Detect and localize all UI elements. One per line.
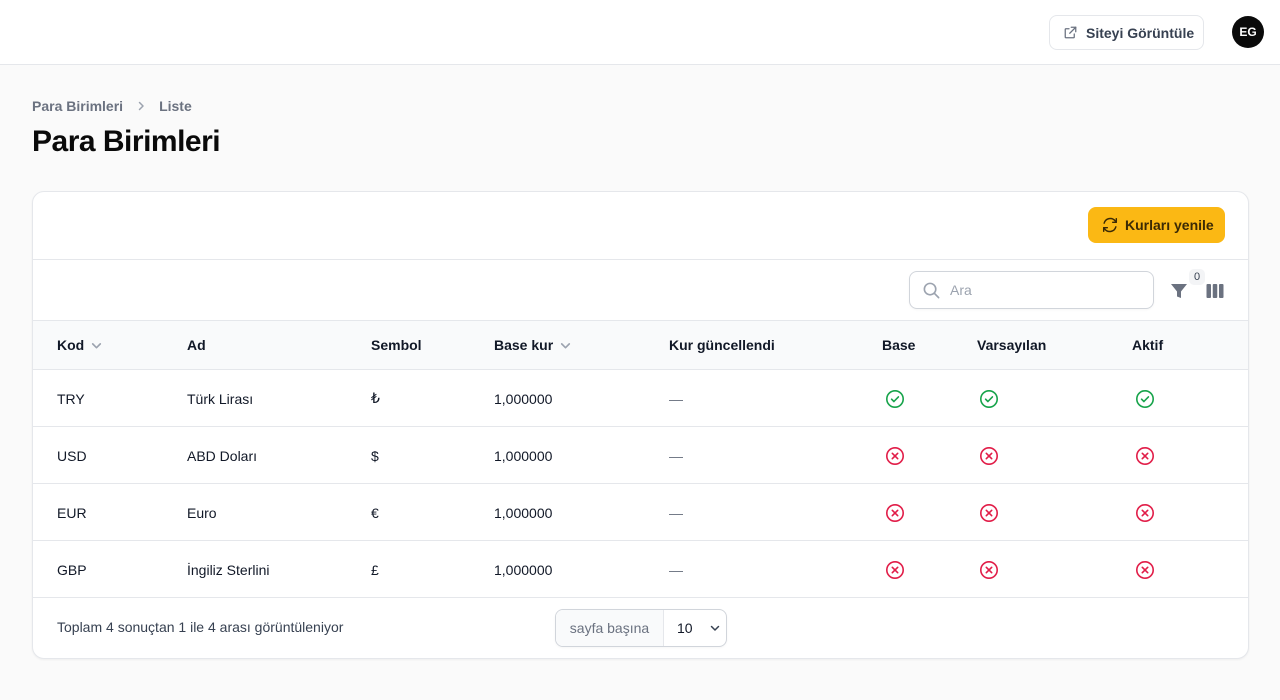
table-row[interactable]: USD ABD Doları $1,000000 — xyxy=(33,427,1248,484)
cell-code: USD xyxy=(57,447,87,464)
cell-code: EUR xyxy=(57,504,87,521)
cell-name: İngiliz Sterlini xyxy=(187,561,270,578)
cell-active xyxy=(1135,484,1155,541)
cell-symbol: $ xyxy=(371,447,379,464)
per-page-selector: sayfa başına 10 xyxy=(555,609,727,647)
search-field[interactable] xyxy=(909,271,1154,309)
check-circle-icon xyxy=(885,389,905,409)
cell-symbol: € xyxy=(371,504,379,521)
cell-default xyxy=(979,541,999,598)
x-circle-icon xyxy=(885,503,905,523)
external-link-icon xyxy=(1064,26,1077,39)
top-bar: Siteyi Görüntüle EG xyxy=(0,0,1280,65)
cell-rate-updated: — xyxy=(669,561,683,578)
cell-symbol: ₺ xyxy=(371,390,380,406)
cell-rate-updated: — xyxy=(669,390,683,407)
column-header-base-rate[interactable]: Base kur xyxy=(494,321,572,369)
cell-name: Türk Lirası xyxy=(187,390,254,407)
per-page-value: 10 xyxy=(677,620,693,636)
divider xyxy=(33,259,1248,260)
table-row[interactable]: GBP İngiliz Sterlini £1,000000 — xyxy=(33,541,1248,598)
x-circle-icon xyxy=(885,560,905,580)
x-circle-icon xyxy=(979,560,999,580)
chevron-down-icon xyxy=(92,342,102,348)
per-page-select[interactable]: 10 xyxy=(664,610,726,646)
column-label: Ad xyxy=(187,337,206,353)
cell-default xyxy=(979,370,999,427)
cell-base xyxy=(885,427,905,484)
cell-rate-updated: — xyxy=(669,504,683,521)
page-title: Para Birimleri xyxy=(32,125,221,158)
breadcrumb-parent-link[interactable]: Para Birimleri xyxy=(32,98,123,114)
cell-name: ABD Doları xyxy=(187,447,258,464)
cell-name: Euro xyxy=(187,504,217,521)
view-site-button[interactable]: Siteyi Görüntüle xyxy=(1049,15,1204,50)
refresh-rates-button[interactable]: Kurları yenile xyxy=(1088,207,1225,243)
cell-symbol: £ xyxy=(371,561,379,578)
column-header-default: Varsayılan xyxy=(977,321,1046,369)
chevron-down-icon xyxy=(561,342,571,348)
chevron-right-icon xyxy=(138,101,144,111)
cell-rate-updated: — xyxy=(669,447,683,464)
column-header-rate-updated: Kur güncellendi xyxy=(669,321,775,369)
table-header: Kod Ad Sembol Base kur Kur güncellendi B… xyxy=(33,320,1248,370)
search-icon xyxy=(923,282,940,298)
column-label: Sembol xyxy=(371,337,422,353)
breadcrumb-current: Liste xyxy=(159,98,192,114)
column-label: Aktif xyxy=(1132,337,1164,353)
x-circle-icon xyxy=(1135,560,1155,580)
cell-active xyxy=(1135,427,1155,484)
column-label: Kod xyxy=(57,337,85,353)
filter-icon[interactable] xyxy=(1169,281,1189,301)
pagination-summary: Toplam 4 sonuçtan 1 ile 4 arası görüntül… xyxy=(57,619,344,635)
check-circle-icon xyxy=(1135,389,1155,409)
currencies-table-card: Kurları yenile 0 Kod Ad Sembol Base kur … xyxy=(32,191,1249,659)
cell-base xyxy=(885,370,905,427)
x-circle-icon xyxy=(979,503,999,523)
refresh-rates-label: Kurları yenile xyxy=(1125,217,1214,233)
column-label: Kur güncellendi xyxy=(669,337,775,353)
cell-default xyxy=(979,427,999,484)
x-circle-icon xyxy=(979,446,999,466)
x-circle-icon xyxy=(1135,446,1155,466)
cell-active xyxy=(1135,370,1155,427)
cell-base-rate: 1,000000 xyxy=(494,561,553,578)
user-avatar[interactable]: EG xyxy=(1232,16,1264,48)
column-header-symbol: Sembol xyxy=(371,321,422,369)
cell-base-rate: 1,000000 xyxy=(494,447,553,464)
cell-active xyxy=(1135,541,1155,598)
x-circle-icon xyxy=(885,446,905,466)
cell-base xyxy=(885,541,905,598)
filter-count-badge: 0 xyxy=(1189,269,1205,285)
columns-icon[interactable] xyxy=(1205,281,1225,301)
cell-code: GBP xyxy=(57,561,87,578)
refresh-icon xyxy=(1102,217,1118,233)
column-label: Varsayılan xyxy=(977,337,1047,353)
breadcrumb: Para Birimleri Liste xyxy=(32,96,192,116)
cell-default xyxy=(979,484,999,541)
view-site-label: Siteyi Görüntüle xyxy=(1086,24,1195,41)
check-circle-icon xyxy=(979,389,999,409)
cell-base xyxy=(885,484,905,541)
column-label: Base xyxy=(882,337,916,353)
per-page-label: sayfa başına xyxy=(556,610,664,646)
column-header-active: Aktif xyxy=(1132,321,1163,369)
chevron-down-icon xyxy=(710,625,719,631)
x-circle-icon xyxy=(1135,503,1155,523)
column-header-code[interactable]: Kod xyxy=(57,321,103,369)
column-label: Base kur xyxy=(494,337,554,353)
search-input[interactable] xyxy=(950,282,1130,298)
cell-code: TRY xyxy=(57,390,85,407)
cell-base-rate: 1,000000 xyxy=(494,504,553,521)
cell-base-rate: 1,000000 xyxy=(494,390,553,407)
table-row[interactable]: EUR Euro €1,000000 — xyxy=(33,484,1248,541)
table-row[interactable]: TRY Türk Lirası ₺ 1,000000 — xyxy=(33,370,1248,427)
column-header-base: Base xyxy=(882,321,915,369)
column-header-name: Ad xyxy=(187,321,206,369)
